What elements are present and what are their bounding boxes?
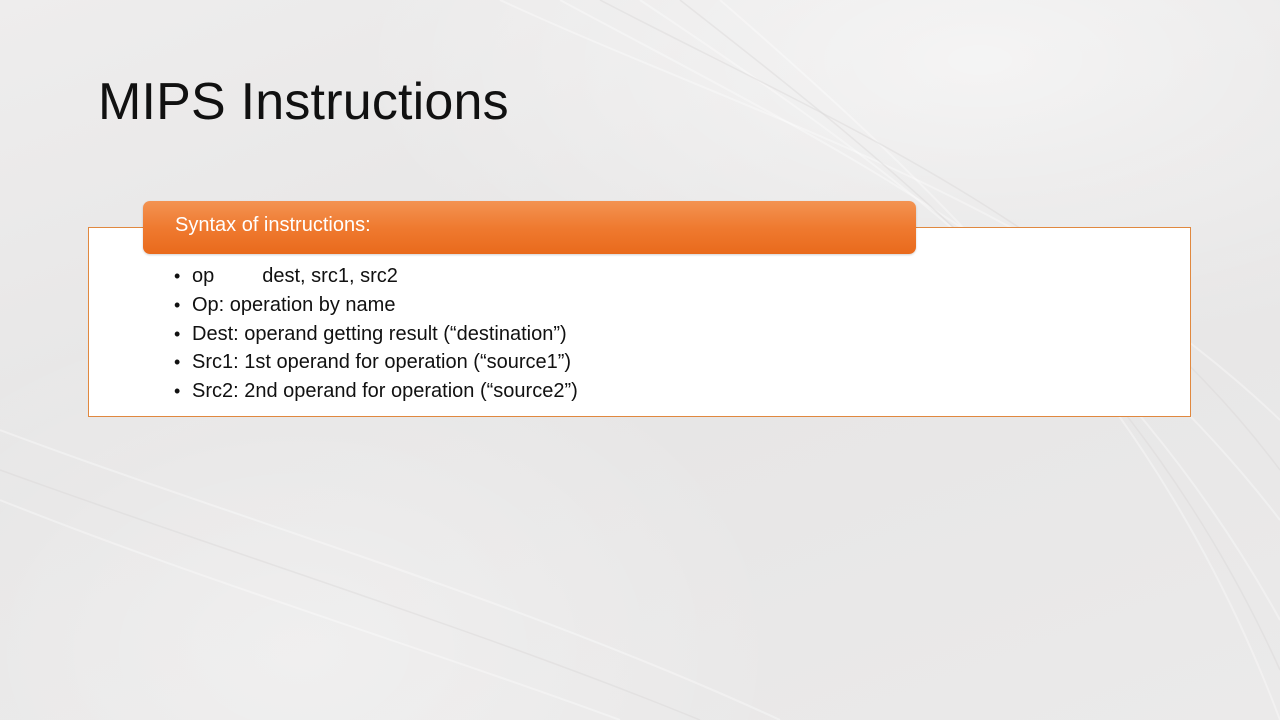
bullet-icon: • (174, 266, 181, 286)
syntax-op: op (192, 265, 215, 287)
list-item-text: Dest: operand getting result (“destinati… (192, 322, 567, 345)
section-header-text: Syntax of instructions: (175, 214, 371, 236)
syntax-operands: dest, src1, src2 (262, 265, 398, 287)
bullet-icon: • (174, 323, 181, 344)
bullet-list: • op dest, src1, src2 • Op: operation by … (174, 262, 578, 406)
bullet-icon: • (174, 381, 181, 402)
list-item-text: Src1: 1st operand for operation (“source… (192, 351, 572, 374)
list-item: • Src1: 1st operand for operation (“sour… (174, 348, 578, 377)
section-header-bar: Syntax of instructions: (143, 201, 916, 254)
list-item: • Op: operation by name (174, 291, 578, 320)
list-item-text: Op: operation by name (192, 293, 396, 316)
list-item: • Src2: 2nd operand for operation (“sour… (174, 377, 578, 406)
bullet-icon: • (174, 294, 181, 315)
bullet-icon: • (174, 352, 181, 373)
list-item-text: Src2: 2nd operand for operation (“source… (192, 380, 578, 403)
list-item: • Dest: operand getting result (“destina… (174, 320, 578, 349)
slide: MIPS Instructions Syntax of instructions… (0, 0, 1280, 720)
list-item-syntax: • op dest, src1, src2 (174, 262, 578, 291)
slide-title: MIPS Instructions (98, 73, 509, 131)
